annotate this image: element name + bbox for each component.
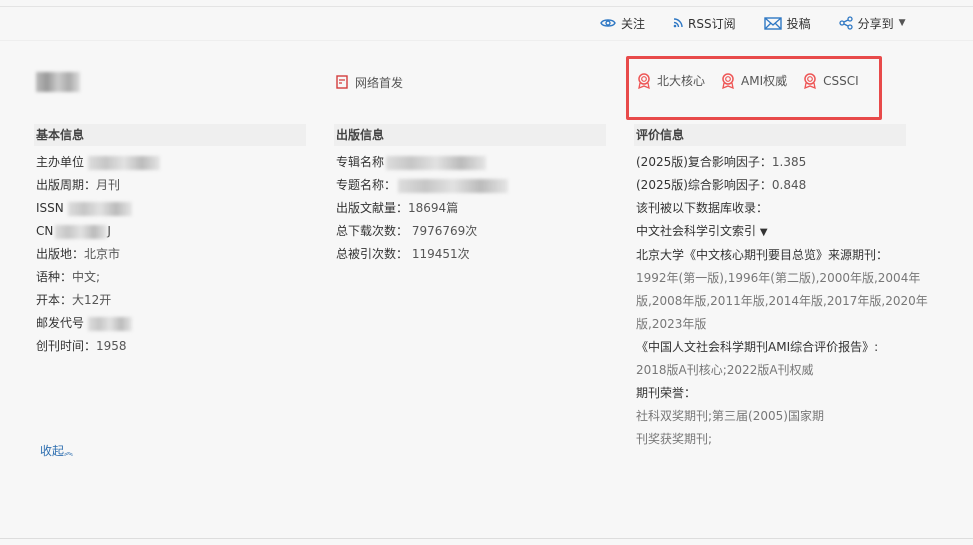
double-chevron-up-icon: ︽ bbox=[64, 448, 74, 458]
badge-cssci: CSSCI bbox=[803, 72, 859, 89]
honor-line: 社科双奖期刊;第三届(2005)国家期 bbox=[636, 409, 824, 423]
topic-row: 专题名称： bbox=[336, 174, 606, 197]
basic-info-column: 基本信息 主办单位 出版周期：月刊 ISSN CN J 出版地：北京市 语种：中文… bbox=[34, 70, 306, 358]
publish-info-column: 网络首发 出版信息 专辑名称 专题名称： 出版文献量：18694篇 总下载次数：… bbox=[334, 70, 606, 266]
caret-down-icon: ▼ bbox=[898, 18, 906, 28]
evaluation-column: 评价信息 (2025版)复合影响因子：1.385 (2025版)综合影响因子：0… bbox=[634, 70, 928, 451]
document-icon bbox=[336, 75, 348, 89]
top-divider bbox=[0, 6, 973, 7]
share-label: 分享到 bbox=[857, 16, 894, 31]
database-label: 该刊被以下数据库收录： bbox=[636, 201, 769, 215]
sponsor-row: 主办单位 bbox=[36, 151, 306, 174]
share-button[interactable]: 分享到 ▼ bbox=[838, 15, 906, 32]
album-row: 专辑名称 bbox=[336, 151, 606, 174]
badge-ami: AMI权威 bbox=[721, 72, 787, 89]
pku-label: 北京大学《中文核心期刊要目总览》来源期刊： bbox=[636, 248, 889, 262]
share-icon bbox=[838, 16, 853, 30]
ami-label: 《中国人文社会科学期刊AMI综合评价报告》: bbox=[636, 340, 879, 354]
impact-factor-comprehensive: (2025版)综合影响因子：0.848 bbox=[636, 178, 807, 192]
pku-line: 1992年(第一版),1996年(第二版),2000年版,2004年 bbox=[636, 271, 921, 285]
format-row: 开本：大12开 bbox=[36, 293, 112, 307]
mail-icon bbox=[763, 16, 782, 30]
eye-icon bbox=[600, 19, 616, 27]
place-row: 出版地：北京市 bbox=[36, 247, 121, 261]
language-row: 语种：中文; bbox=[36, 270, 101, 284]
count-row: 出版文献量：18694篇 bbox=[336, 201, 459, 215]
postal-code-row: 邮发代号 bbox=[36, 312, 306, 335]
award-icon bbox=[804, 72, 816, 89]
submit-label: 投稿 bbox=[786, 16, 811, 31]
ami-value: 2018版A刊核心;2022版A刊权威 bbox=[636, 363, 814, 377]
collapse-link[interactable]: 收起︽ bbox=[40, 442, 73, 459]
award-icon bbox=[722, 72, 734, 89]
downloads-row: 总下载次数： 7976769次 bbox=[336, 224, 478, 238]
rss-label: RSS订阅 bbox=[688, 16, 736, 31]
network-first-badge[interactable]: 网络首发 bbox=[336, 70, 606, 94]
highlight-box: 北大核心 AMI权威 CSSCI bbox=[626, 56, 882, 120]
journal-title-blurred bbox=[36, 72, 80, 92]
honor-label: 期刊荣誉： bbox=[636, 386, 697, 400]
pku-line: 版,2023年版 bbox=[636, 317, 707, 331]
founded-row: 创刊时间：1958 bbox=[36, 339, 127, 353]
period-row: 出版周期：月刊 bbox=[36, 178, 121, 192]
submit-button[interactable]: 投稿 bbox=[763, 15, 811, 32]
caret-down-icon: ▼ bbox=[759, 227, 768, 238]
rss-icon bbox=[673, 18, 683, 28]
impact-factor-composite: (2025版)复合影响因子：1.385 bbox=[636, 155, 807, 169]
rss-button[interactable]: RSS订阅 bbox=[673, 15, 736, 32]
toolbar: 关注 RSS订阅 投稿 分享到 ▼ bbox=[600, 14, 934, 32]
follow-label: 关注 bbox=[621, 16, 646, 31]
badge-pku-core: 北大核心 bbox=[637, 72, 705, 89]
cites-row: 总被引次数： 119451次 bbox=[336, 247, 470, 261]
section-title: 评价信息 bbox=[634, 124, 906, 146]
follow-button[interactable]: 关注 bbox=[600, 15, 645, 32]
issn-row: ISSN bbox=[36, 197, 306, 220]
honor-line: 刊奖获奖期刊; bbox=[636, 432, 713, 446]
database-select[interactable]: 中文社会科学引文索引 ▼ bbox=[636, 220, 906, 244]
section-title: 出版信息 bbox=[334, 124, 606, 146]
bottom-divider bbox=[0, 538, 973, 539]
pku-line: 版,2008年版,2011年版,2014年版,2017年版,2020年 bbox=[636, 294, 928, 308]
network-first-label: 网络首发 bbox=[355, 75, 404, 90]
divider bbox=[0, 40, 973, 41]
award-icon bbox=[638, 72, 650, 89]
cn-row: CN J bbox=[36, 224, 111, 239]
section-title: 基本信息 bbox=[34, 124, 306, 146]
